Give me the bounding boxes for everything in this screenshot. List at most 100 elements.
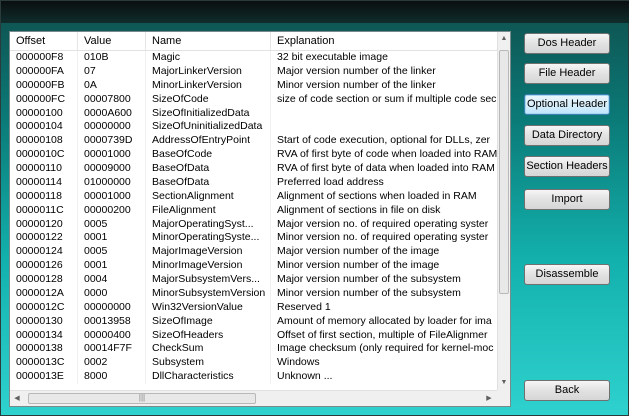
cell-name: SizeOfUninitializedData [146, 120, 271, 135]
cell-name: MajorSubsystemVers... [146, 273, 271, 287]
table-row[interactable]: 00000120 0005 MajorOperatingSyst... Major v… [10, 217, 497, 232]
table-row[interactable]: 0000013C 0002 Subsystem Windows [10, 356, 497, 371]
table-header: Offset Value Name Explanation [10, 32, 497, 51]
column-header-value[interactable]: Value [78, 32, 146, 50]
scroll-up-icon[interactable]: ▲ [498, 32, 510, 46]
cell-value: 0002 [78, 356, 146, 371]
scrollbar-corner [497, 390, 510, 406]
cell-value: 00013958 [78, 314, 146, 329]
table-row[interactable]: 00000118 00001000 SectionAlignment Alignmen… [10, 189, 497, 204]
cell-value: 00001000 [78, 189, 146, 204]
cell-offset: 000000FC [10, 92, 78, 107]
cell-name: AddressOfEntryPoint [146, 134, 271, 149]
cell-value: 0000A600 [78, 106, 146, 121]
cell-value: 0001 [78, 231, 146, 246]
cell-offset: 000000FB [10, 78, 78, 93]
table-row[interactable]: 000000F8 010B Magic 32 bit executable image [10, 51, 497, 65]
table-row[interactable]: 00000104 00000000 SizeOfUninitializedData [10, 120, 497, 135]
table-row[interactable]: 00000138 00014F7F CheckSum Image checksum (… [10, 342, 497, 357]
table-row[interactable]: 0000012C 00000000 Win32VersionValue Reserve… [10, 300, 497, 315]
cell-explanation: Alignment of sections when loaded in RAM [277, 189, 477, 202]
table-row[interactable]: 00000126 0001 MinorImageVersion Minor versi… [10, 259, 497, 273]
data-directory-button[interactable]: Data Directory [524, 125, 610, 146]
cell-offset: 0000013C [10, 356, 78, 371]
table-row[interactable]: 0000013E 8000 DllCharacteristics Unknown ..… [10, 370, 497, 384]
cell-explanation: Offset of first section, multiple of Fil… [277, 328, 488, 341]
table-row[interactable]: 00000108 0000739D AddressOfEntryPoint Start… [10, 134, 497, 149]
cell-name: SectionAlignment [146, 189, 271, 204]
table-row[interactable]: 000000FC 00007800 SizeOfCode size of code s… [10, 92, 497, 107]
cell-offset: 00000108 [10, 134, 78, 149]
table-row[interactable]: 00000110 00009000 BaseOfData RVA of first b… [10, 162, 497, 176]
column-header-explanation[interactable]: Explanation [271, 32, 497, 50]
table-row[interactable]: 00000100 0000A600 SizeOfInitializedData [10, 106, 497, 121]
scroll-left-icon[interactable]: ◀ [10, 391, 24, 406]
cell-value: 00000000 [78, 120, 146, 135]
table-row[interactable]: 00000134 00000400 SizeOfHeaders Offset of f… [10, 328, 497, 343]
cell-explanation: Image checksum (only required for kernel… [277, 342, 494, 355]
cell-value: 01000000 [78, 175, 146, 190]
cell-name: BaseOfData [146, 162, 271, 176]
table-row[interactable]: 00000128 0004 MajorSubsystemVers... Major v… [10, 273, 497, 287]
cell-explanation: Amount of memory allocated by loader for… [277, 314, 492, 327]
cell-explanation: Preferred load address [277, 175, 384, 188]
cell-offset: 00000118 [10, 189, 78, 204]
cell-name: Win32VersionValue [146, 300, 271, 315]
import-button[interactable]: Import [524, 189, 610, 210]
cell-offset: 00000138 [10, 342, 78, 357]
cell-name: SizeOfInitializedData [146, 106, 271, 121]
cell-offset: 000000FA [10, 64, 78, 79]
section-headers-button[interactable]: Section Headers [524, 156, 610, 177]
dos-header-button[interactable]: Dos Header [524, 33, 610, 54]
table-row[interactable]: 000000FB 0A MinorLinkerVersion Minor versio… [10, 78, 497, 93]
horizontal-scroll-thumb[interactable]: ||| [28, 393, 256, 404]
column-header-name[interactable]: Name [146, 32, 271, 50]
cell-explanation: Minor version number of the linker [277, 78, 436, 91]
cell-value: 0005 [78, 217, 146, 232]
table-row[interactable]: 00000130 00013958 SizeOfImage Amount of mem… [10, 314, 497, 329]
cell-value: 0A [78, 78, 146, 93]
optional-header-button[interactable]: Optional Header [524, 94, 610, 115]
cell-value: 010B [78, 51, 146, 65]
cell-value: 00009000 [78, 162, 146, 176]
cell-explanation: Minor version no. of required operating … [277, 231, 489, 244]
table-row[interactable]: 0000011C 00000200 FileAlignment Alignment o… [10, 203, 497, 218]
table-row[interactable]: 000000FA 07 MajorLinkerVersion Major versio… [10, 64, 497, 79]
table-row[interactable]: 00000122 0001 MinorOperatingSyste... Minor … [10, 231, 497, 246]
cell-explanation: Reserved 1 [277, 300, 331, 313]
back-button[interactable]: Back [524, 380, 610, 401]
file-header-button[interactable]: File Header [524, 63, 610, 84]
cell-value: 00000400 [78, 328, 146, 343]
cell-explanation: Alignment of sections in file on disk [277, 203, 441, 216]
table-body: 000000F8 010B Magic 32 bit executable image… [10, 51, 497, 390]
cell-value: 00001000 [78, 148, 146, 162]
cell-name: SizeOfHeaders [146, 328, 271, 343]
cell-offset: 0000011C [10, 203, 78, 218]
cell-explanation: Windows [277, 356, 320, 369]
cell-value: 00007800 [78, 92, 146, 107]
cell-offset: 00000104 [10, 120, 78, 135]
table-row[interactable]: 00000124 0005 MajorImageVersion Major versi… [10, 245, 497, 260]
cell-value: 00014F7F [78, 342, 146, 357]
cell-offset: 00000120 [10, 217, 78, 232]
vertical-scroll-thumb[interactable] [499, 50, 509, 294]
cell-name: Magic [146, 51, 271, 65]
cell-name: DllCharacteristics [146, 370, 271, 384]
cell-value: 0001 [78, 259, 146, 273]
cell-value: 00000000 [78, 300, 146, 315]
horizontal-scrollbar[interactable]: ◀ ||| ▶ [10, 390, 497, 406]
vertical-scrollbar[interactable]: ▲ ▼ [497, 32, 510, 390]
cell-name: Subsystem [146, 356, 271, 371]
table-row[interactable]: 0000010C 00001000 BaseOfCode RVA of first b… [10, 148, 497, 162]
table-row[interactable]: 0000012A 0000 MinorSubsystemVersion Minor v… [10, 286, 497, 301]
scroll-down-icon[interactable]: ▼ [498, 376, 510, 390]
table-row[interactable]: 00000114 01000000 BaseOfData Preferred load… [10, 175, 497, 190]
scroll-right-icon[interactable]: ▶ [482, 391, 496, 406]
disassemble-button[interactable]: Disassemble [524, 264, 610, 285]
cell-explanation [271, 120, 497, 134]
column-header-offset[interactable]: Offset [10, 32, 78, 50]
cell-value: 8000 [78, 370, 146, 384]
cell-offset: 00000110 [10, 162, 78, 176]
cell-offset: 000000F8 [10, 51, 78, 65]
cell-explanation: RVA of first byte of code when loaded in… [277, 148, 497, 161]
